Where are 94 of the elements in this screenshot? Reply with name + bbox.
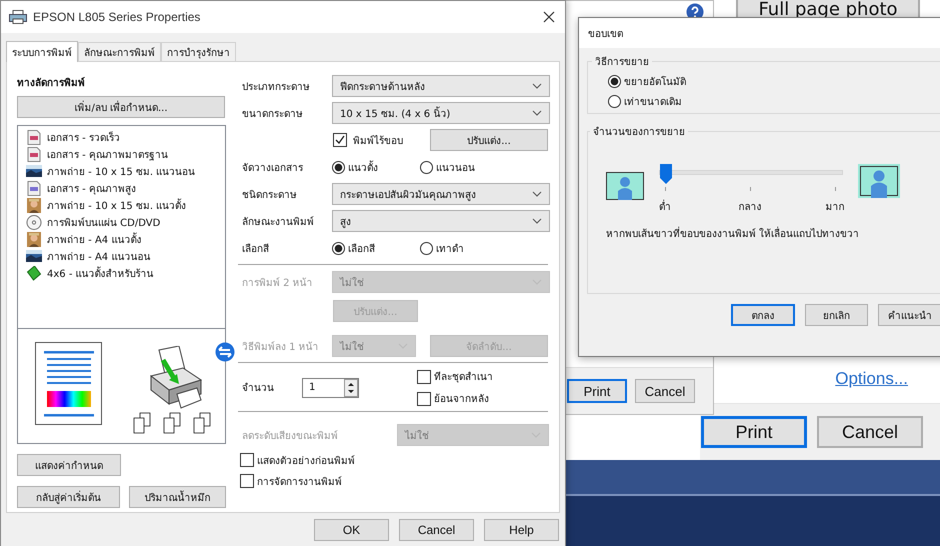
printer-icon bbox=[9, 10, 27, 24]
preset-item[interactable]: 4x6 - แนวตั้งสำหรับร้าน bbox=[47, 266, 154, 280]
field-label: จัดวางเอกสาร bbox=[242, 162, 304, 174]
dialog-title: ขอบเขต bbox=[588, 28, 623, 40]
hint-text: หากพบเส้นขาวที่ขอบของงานพิมพ์ ให้เลื่อนแถบไปทางขวา bbox=[606, 226, 940, 241]
field-label: เลือกสี bbox=[242, 242, 270, 256]
show-settings-button[interactable]: แสดงค่ากำหนด bbox=[17, 454, 121, 476]
tab[interactable]: การบำรุงรักษา bbox=[161, 42, 236, 61]
checkbox-label: ทีละชุดสำเนา bbox=[434, 370, 493, 384]
field-label: การพิมพ์ 2 หน้า bbox=[242, 276, 314, 290]
preset-item[interactable]: ภาพถ่าย - 10 x 15 ซม. แนวนอน bbox=[47, 164, 196, 178]
close-icon[interactable] bbox=[543, 11, 555, 23]
document-icon bbox=[26, 130, 42, 144]
document-icon bbox=[26, 180, 42, 196]
checkbox-label: ย้อนจากหลัง bbox=[434, 392, 489, 406]
radio-label: แนวตั้ง bbox=[348, 160, 378, 174]
dropdown[interactable]: ฟีดกระดาษด้านหลัง bbox=[332, 75, 550, 97]
slider-thumb[interactable] bbox=[660, 164, 672, 184]
reset-button[interactable]: กลับสู่ค่าเริ่มต้น bbox=[17, 486, 120, 508]
group-title: วิธีการขยาย bbox=[594, 56, 650, 69]
dropdown[interactable]: สูง bbox=[332, 210, 550, 232]
customize-button[interactable]: ปรับแต่ง... bbox=[430, 129, 548, 151]
checkbox[interactable] bbox=[240, 453, 254, 467]
help-button[interactable]: Help bbox=[484, 519, 559, 541]
window-title: EPSON L805 Series Properties bbox=[33, 10, 200, 24]
dropdown[interactable]: กระดาษเอปสันผิวมันคุณภาพสูง bbox=[332, 183, 550, 205]
checkbox[interactable] bbox=[240, 474, 254, 488]
field-label: วิธีพิมพ์ลง 1 หน้า bbox=[242, 340, 320, 354]
small-photo-icon bbox=[606, 172, 644, 200]
section-heading: ทางลัดการพิมพ์ bbox=[17, 76, 86, 90]
radio-label: ขยายอัตโนมัติ bbox=[624, 75, 686, 88]
preset-item[interactable]: ภาพถ่าย - A4 แนวตั้ง bbox=[47, 232, 142, 246]
preset-item[interactable]: เอกสาร - คุณภาพสูง bbox=[47, 180, 136, 196]
landscape-photo-icon bbox=[26, 165, 42, 177]
cancel-button[interactable]: Cancel bbox=[635, 379, 695, 403]
print-button[interactable]: Print bbox=[567, 379, 627, 403]
checkbox[interactable] bbox=[417, 370, 431, 384]
checkbox[interactable] bbox=[417, 392, 431, 406]
preset-item[interactable]: เอกสาร - รวดเร็ว bbox=[47, 130, 120, 144]
ok-button[interactable]: OK bbox=[314, 519, 389, 541]
spin-arrows-icon[interactable] bbox=[344, 378, 358, 396]
tick-label: ต่ำ bbox=[659, 199, 671, 214]
tick-label: กลาง bbox=[738, 201, 762, 214]
chevron-icon bbox=[532, 83, 542, 89]
cancel-button[interactable]: ยกเลิก bbox=[804, 304, 868, 326]
print-button[interactable]: Print bbox=[701, 416, 807, 448]
checkbox-label: แสดงตัวอย่างก่อนพิมพ์ bbox=[257, 454, 355, 468]
large-photo-icon bbox=[858, 164, 900, 198]
radio-label: เท่าขนาดเดิม bbox=[624, 96, 682, 108]
cancel-button[interactable]: Cancel bbox=[399, 519, 474, 541]
radio-label: แนวนอน bbox=[436, 162, 475, 174]
swap-icon[interactable] bbox=[215, 342, 235, 362]
chevron-icon bbox=[532, 191, 542, 197]
chevron-icon bbox=[532, 218, 542, 224]
field-label: จำนวน bbox=[242, 382, 275, 395]
radio-button[interactable] bbox=[332, 160, 345, 174]
landscape-photo-icon bbox=[26, 250, 42, 262]
radio-button[interactable] bbox=[608, 74, 621, 88]
preset-item[interactable]: การพิมพ์บนแผ่น CD/DVD bbox=[47, 214, 160, 230]
ok-button[interactable]: ตกลง bbox=[731, 304, 795, 326]
field-label: ลักษณะงานพิมพ์ bbox=[242, 215, 315, 228]
field-label: ชนิดกระดาษ bbox=[242, 188, 298, 202]
radio-button[interactable] bbox=[420, 160, 433, 174]
tick-label: มาก bbox=[826, 201, 844, 214]
preset-item[interactable]: เอกสาร - คุณภาพมาตรฐาน bbox=[47, 146, 168, 162]
radio-button[interactable] bbox=[420, 242, 433, 254]
tab[interactable]: ระบบการพิมพ์ bbox=[6, 41, 78, 62]
field-label: ขนาดกระดาษ bbox=[242, 108, 304, 120]
field-label: ประเภทกระดาษ bbox=[242, 80, 311, 94]
portrait-photo-icon bbox=[26, 198, 42, 212]
preset-item[interactable]: ภาพถ่าย - 10 x 15 ซม. แนวตั้ง bbox=[47, 198, 186, 212]
cancel-button[interactable]: Cancel bbox=[817, 416, 923, 448]
disc-icon bbox=[26, 214, 42, 230]
copies-spinner[interactable]: 1 bbox=[302, 378, 359, 398]
help-button[interactable]: คำแนะนำ bbox=[878, 304, 940, 326]
radio-button[interactable] bbox=[608, 94, 621, 108]
portrait-photo-icon bbox=[26, 232, 42, 246]
document-icon bbox=[26, 146, 42, 162]
checkbox-label: การจัดการงานพิมพ์ bbox=[257, 475, 342, 488]
field-label: ลดระดับเสียงขณะพิมพ์ bbox=[242, 429, 339, 442]
ink-levels-button[interactable]: ปริมาณน้ำหมึก bbox=[129, 486, 226, 508]
radio-label: เทาดำ bbox=[436, 242, 464, 256]
chevron-icon bbox=[532, 110, 542, 116]
tab[interactable]: ลักษณะการพิมพ์ bbox=[78, 42, 161, 61]
checkbox-label: พิมพ์ไร้ขอบ bbox=[353, 134, 403, 148]
dropdown[interactable]: 10 x 15 ซม. (4 x 6 นิ้ว) bbox=[332, 102, 550, 124]
add-remove-button[interactable]: เพิ่ม/ลบ เพื่อกำหนด... bbox=[17, 96, 225, 118]
group-title: จำนวนของการขยาย bbox=[592, 126, 686, 139]
preset-item[interactable]: ภาพถ่าย - A4 แนวนอน bbox=[47, 248, 150, 264]
radio-button[interactable] bbox=[332, 242, 345, 254]
checkbox[interactable] bbox=[333, 133, 347, 147]
radio-label: เลือกสี bbox=[348, 242, 375, 256]
options-link[interactable]: Options... bbox=[835, 369, 908, 389]
printer-drawing bbox=[149, 346, 205, 410]
